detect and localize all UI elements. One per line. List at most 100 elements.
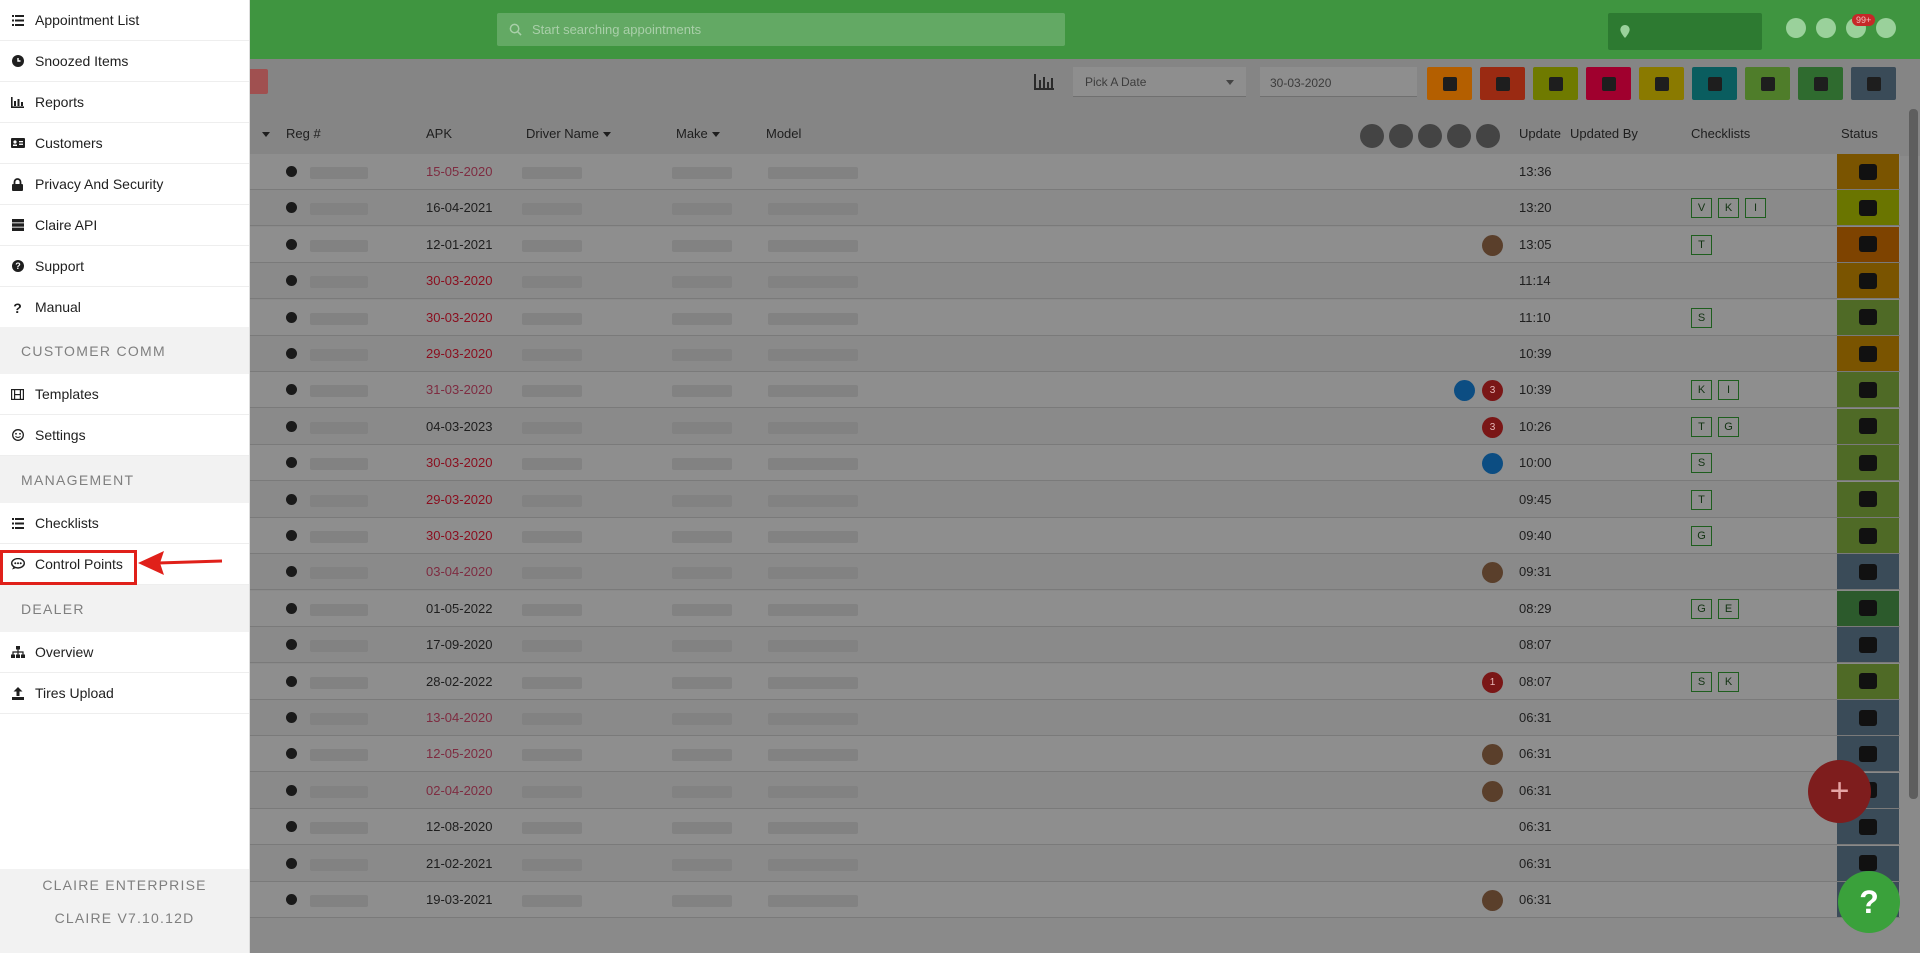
column-reg[interactable]: Reg # bbox=[286, 126, 321, 141]
star-icon[interactable] bbox=[1389, 124, 1413, 148]
help-button[interactable]: ? bbox=[1838, 871, 1900, 933]
table-row[interactable]: 12-01-2021 13:05 T bbox=[248, 226, 1900, 263]
nav-item-appointment-list[interactable]: Appointment List bbox=[0, 0, 249, 41]
status-cell[interactable] bbox=[1837, 663, 1899, 699]
status-cell[interactable] bbox=[1837, 554, 1899, 590]
info-icon[interactable] bbox=[286, 311, 297, 323]
column-update[interactable]: Update bbox=[1519, 126, 1561, 141]
checklist-badge[interactable]: S bbox=[1691, 307, 1712, 328]
filter-shield[interactable] bbox=[1798, 67, 1843, 100]
column-updated-by[interactable]: Updated By bbox=[1570, 126, 1638, 141]
table-row[interactable]: 28-02-2022 1 08:07 S K bbox=[248, 663, 1900, 700]
scrollbar[interactable] bbox=[1909, 109, 1918, 799]
info-icon[interactable] bbox=[286, 348, 297, 359]
table-row[interactable]: 30-03-2020 11:10 S bbox=[248, 299, 1900, 336]
table-row[interactable]: 15-05-2020 13:36 bbox=[248, 154, 1900, 190]
nav-item-manual[interactable]: ? Manual bbox=[0, 287, 249, 328]
status-cell[interactable] bbox=[1837, 336, 1899, 371]
info-icon[interactable] bbox=[286, 166, 297, 177]
date-picker[interactable]: Pick A Date bbox=[1073, 67, 1246, 97]
nav-item-settings[interactable]: Settings bbox=[0, 415, 249, 456]
checklist-badge[interactable]: T bbox=[1691, 489, 1712, 510]
nav-item-support[interactable]: ? Support bbox=[0, 246, 249, 287]
column-driver[interactable]: Driver Name bbox=[526, 126, 611, 141]
info-icon[interactable] bbox=[286, 675, 297, 687]
bar-chart-icon[interactable] bbox=[1034, 74, 1054, 90]
table-row[interactable]: 31-03-2020 3 10:39 K I bbox=[248, 372, 1900, 409]
pin-icon[interactable] bbox=[1447, 124, 1471, 148]
filter-wrench[interactable] bbox=[1427, 67, 1472, 100]
status-cell[interactable] bbox=[1837, 226, 1899, 262]
date-input[interactable]: 30-03-2020 bbox=[1260, 67, 1417, 97]
status-cell[interactable] bbox=[1837, 590, 1899, 626]
info-icon[interactable] bbox=[286, 493, 297, 505]
table-row[interactable]: 30-03-2020 11:14 bbox=[248, 263, 1900, 300]
info-icon[interactable] bbox=[286, 238, 297, 250]
column-model[interactable]: Model bbox=[766, 126, 801, 141]
filter-a-letter[interactable] bbox=[1480, 67, 1525, 100]
filter-car[interactable] bbox=[1851, 67, 1896, 100]
status-cell[interactable] bbox=[1837, 445, 1899, 481]
info-icon[interactable] bbox=[286, 457, 297, 469]
nav-item-templates[interactable]: Templates bbox=[0, 374, 249, 415]
info-icon[interactable] bbox=[286, 602, 297, 614]
filter-warning[interactable] bbox=[1586, 67, 1631, 100]
status-cell[interactable] bbox=[1837, 154, 1899, 189]
table-row[interactable]: 02-04-2020 06:31 bbox=[248, 772, 1900, 809]
status-cell[interactable] bbox=[1837, 627, 1899, 663]
checklist-badge[interactable]: E bbox=[1718, 598, 1739, 619]
warning-icon[interactable] bbox=[1476, 124, 1500, 148]
status-cell[interactable] bbox=[1837, 263, 1899, 299]
checklist-badge[interactable]: K bbox=[1718, 671, 1739, 692]
nav-item-claire-api[interactable]: Claire API bbox=[0, 205, 249, 246]
nav-item-checklists[interactable]: Checklists bbox=[0, 503, 249, 544]
nav-item-customers[interactable]: Customers bbox=[0, 123, 249, 164]
status-cell[interactable] bbox=[1837, 299, 1899, 335]
table-row[interactable]: 12-05-2020 06:31 bbox=[248, 736, 1900, 773]
table-row[interactable]: 30-03-2020 10:00 S bbox=[248, 445, 1900, 482]
column-make[interactable]: Make bbox=[676, 126, 720, 141]
nav-item-reports[interactable]: Reports bbox=[0, 82, 249, 123]
table-row[interactable]: 04-03-2023 3 10:26 T G bbox=[248, 408, 1900, 445]
nav-item-overview[interactable]: Overview bbox=[0, 632, 249, 673]
info-icon[interactable] bbox=[286, 530, 297, 541]
sort-caret-icon[interactable] bbox=[258, 126, 270, 141]
nav-item-tires-upload[interactable]: Tires Upload bbox=[0, 673, 249, 714]
filter-user-check[interactable] bbox=[1639, 67, 1684, 100]
column-apk[interactable]: APK bbox=[426, 126, 452, 141]
info-icon[interactable] bbox=[286, 894, 297, 905]
action-button[interactable] bbox=[248, 69, 268, 94]
info-icon[interactable] bbox=[286, 639, 297, 651]
checklist-badge[interactable]: V bbox=[1691, 198, 1712, 219]
table-row[interactable]: 13-04-2020 06:31 bbox=[248, 700, 1900, 736]
table-row[interactable]: 17-09-2020 08:07 bbox=[248, 627, 1900, 664]
status-cell[interactable] bbox=[1837, 481, 1899, 517]
table-row[interactable]: 16-04-2021 13:20 V K I bbox=[248, 190, 1900, 227]
cart-icon[interactable] bbox=[1418, 124, 1442, 148]
checklist-badge[interactable]: G bbox=[1691, 526, 1712, 546]
info-icon[interactable] bbox=[286, 712, 297, 723]
table-row[interactable]: 21-02-2021 06:31 bbox=[248, 845, 1900, 882]
column-status[interactable]: Status bbox=[1841, 126, 1878, 141]
checklist-badge[interactable]: K bbox=[1718, 198, 1739, 219]
checklist-badge[interactable]: S bbox=[1691, 671, 1712, 692]
history-icon[interactable] bbox=[1816, 18, 1836, 38]
column-checklists[interactable]: Checklists bbox=[1691, 126, 1750, 141]
nav-item-snoozed-items[interactable]: Snoozed Items bbox=[0, 41, 249, 82]
location-selector[interactable] bbox=[1608, 13, 1762, 50]
info-icon[interactable] bbox=[286, 857, 297, 869]
filter-smile[interactable] bbox=[1692, 67, 1737, 100]
table-row[interactable]: 03-04-2020 09:31 bbox=[248, 554, 1900, 591]
checklist-badge[interactable]: S bbox=[1691, 453, 1712, 474]
checklist-badge[interactable]: I bbox=[1745, 198, 1766, 219]
table-row[interactable]: 29-03-2020 10:39 bbox=[248, 336, 1900, 372]
dollar-icon[interactable] bbox=[1360, 124, 1384, 148]
status-cell[interactable] bbox=[1837, 190, 1899, 226]
checklist-badge[interactable]: T bbox=[1691, 234, 1712, 255]
status-cell[interactable] bbox=[1837, 408, 1899, 444]
checklist-badge[interactable]: K bbox=[1691, 380, 1712, 401]
filter-double-check[interactable] bbox=[1745, 67, 1790, 100]
info-icon[interactable] bbox=[286, 748, 297, 760]
table-row[interactable]: 01-05-2022 08:29 G E bbox=[248, 590, 1900, 627]
checklist-badge[interactable]: G bbox=[1691, 598, 1712, 619]
